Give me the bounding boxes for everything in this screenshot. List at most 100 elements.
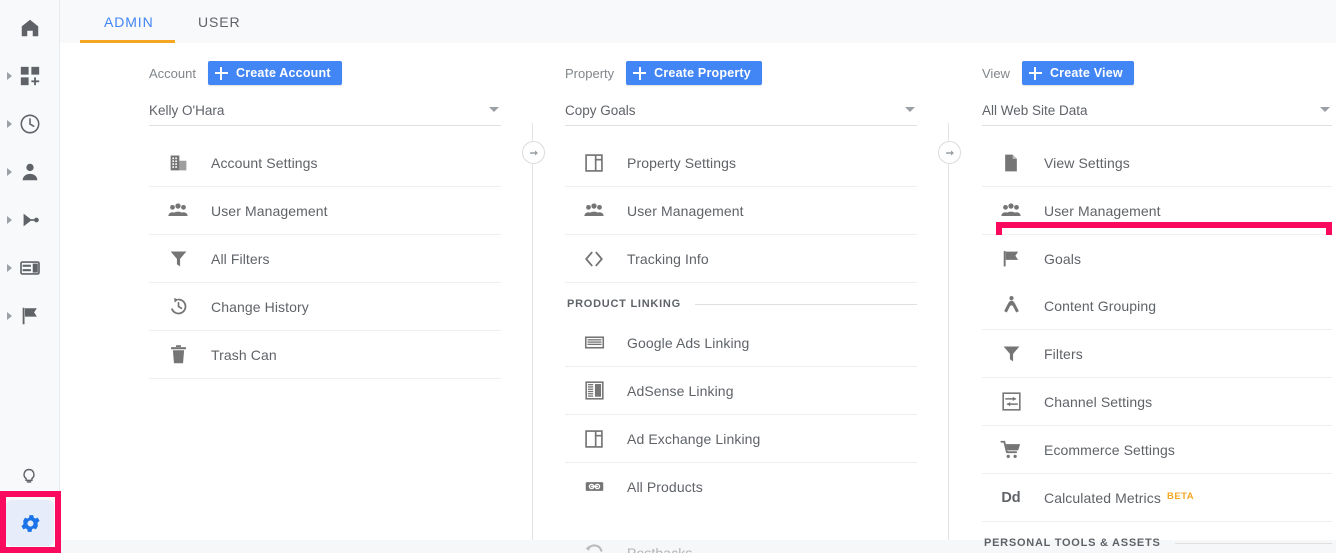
view-column: View Create View All Web Site Data View … [982,43,1332,553]
menu-item-label: Filters [1044,345,1083,362]
menu-item-all-products[interactable]: All Products [565,463,917,510]
sidebar-item-customization[interactable] [0,56,60,96]
create-view-button[interactable]: Create View [1021,61,1134,85]
menu-item-view-settings[interactable]: View Settings [982,139,1332,187]
document-icon [1000,152,1022,174]
person-icon [19,161,41,183]
lightbulb-icon [19,467,41,489]
menu-item-user-management[interactable]: User Management [149,187,501,235]
menu-item-trash-can[interactable]: Trash Can [149,331,501,379]
chevron-right-icon [7,168,12,176]
property-label: Property [565,65,615,81]
trash-icon [167,344,189,366]
create-account-label: Create Account [235,66,331,80]
tab-active-indicator [80,40,175,43]
chevron-right-icon [7,216,12,224]
view-selector[interactable]: All Web Site Data [982,95,1332,126]
menu-item-label: Calculated Metrics [1044,489,1161,506]
view-menu: View Settings User Management Goals Cont… [982,139,1332,553]
sidebar-item-admin[interactable] [0,493,60,553]
menu-item-label: Ecommerce Settings [1044,441,1175,458]
menu-item-user-management[interactable]: User Management [982,187,1332,235]
layout-icon [583,152,605,174]
account-label: Account [149,65,196,81]
menu-item-account-settings[interactable]: Account Settings [149,139,501,187]
menu-item-label: User Management [627,202,744,219]
expand-property-column-button[interactable] [522,141,545,164]
sidebar-item-audience[interactable] [0,152,60,192]
funnel-icon [167,248,189,270]
column-divider-2 [948,123,949,540]
menu-item-adsense-linking[interactable]: AdSense Linking [565,367,917,415]
chevron-right-icon [7,312,12,320]
menu-item-label: View Settings [1044,154,1130,171]
account-selector[interactable]: Kelly O'Hara [149,95,501,126]
flag-icon [1000,248,1022,270]
section-rule [1174,542,1332,544]
tab-admin[interactable]: ADMIN [104,0,154,43]
sidebar-item-discover[interactable] [0,462,60,494]
menu-item-ecommerce-settings[interactable]: Ecommerce Settings [982,426,1332,474]
sidebar-item-acquisition[interactable] [0,200,60,240]
card-icon [19,257,41,279]
menu-item-label: All Products [627,478,703,495]
admin-active-pill [6,500,54,546]
code-brackets-icon [583,248,605,270]
sidebar-item-realtime[interactable] [0,104,60,144]
product-linking-section-header: PRODUCT LINKING [565,289,917,319]
content-grouping-icon [1000,295,1022,317]
account-column: Account Create Account Kelly O'Hara Acco… [149,43,501,379]
create-account-button[interactable]: Create Account [207,61,342,85]
menu-item-label: Trash Can [211,346,277,363]
cart-icon [1000,439,1022,461]
admin-tabbar: ADMIN USER [60,0,1336,43]
menu-item-postbacks[interactable]: Postbacks [565,529,917,553]
menu-item-channel-settings[interactable]: Channel Settings [982,378,1332,426]
beta-badge: BETA [1166,491,1195,502]
menu-item-tracking-info[interactable]: Tracking Info [565,235,917,283]
sidebar-item-conversions[interactable] [0,296,60,336]
menu-item-label: Channel Settings [1044,393,1153,410]
tab-user[interactable]: USER [198,0,241,43]
menu-item-label: Property Settings [627,154,737,171]
account-menu: Account Settings User Management All Fil… [149,139,501,379]
share-node-icon [19,209,41,231]
menu-item-calculated-metrics[interactable]: Dd Calculated Metrics BETA [982,474,1332,522]
clock-icon [19,113,41,135]
view-label: View [982,65,1010,81]
menu-item-ad-exchange-linking[interactable]: Ad Exchange Linking [565,415,917,463]
property-column: Property Create Property Copy Goals Prop… [565,43,917,553]
view-column-header: View Create View [982,43,1332,91]
menu-item-label: AdSense Linking [627,382,734,399]
section-rule [694,303,917,305]
chevron-down-icon [489,107,499,112]
property-selector[interactable]: Copy Goals [565,95,917,126]
account-selector-value: Kelly O'Hara [149,102,225,118]
menu-item-filters[interactable]: Filters [982,330,1332,378]
menu-item-content-grouping[interactable]: Content Grouping [982,282,1332,330]
menu-item-change-history[interactable]: Change History [149,283,501,331]
history-icon [167,296,189,318]
menu-item-goals[interactable]: Goals [982,235,1332,282]
menu-item-property-settings[interactable]: Property Settings [565,139,917,187]
chevron-down-icon [905,107,915,112]
account-column-header: Account Create Account [149,43,501,91]
chevron-right-icon [7,264,12,272]
home-icon [19,17,41,39]
menu-item-google-ads-linking[interactable]: Google Ads Linking [565,319,917,367]
chevron-right-icon [7,72,12,80]
postbacks-icon [583,542,605,553]
menu-item-label: User Management [1044,202,1161,219]
link-icon [583,476,605,498]
expand-view-column-button[interactable] [938,141,961,164]
menu-item-all-filters[interactable]: All Filters [149,235,501,283]
menu-item-label: All Filters [211,250,270,267]
create-property-button[interactable]: Create Property [626,61,762,85]
adsense-icon [583,380,605,402]
sidebar-item-behavior[interactable] [0,248,60,288]
menu-item-user-management[interactable]: User Management [565,187,917,235]
funnel-icon [1000,343,1022,365]
sidebar-item-home[interactable] [0,8,60,48]
property-menu: Property Settings User Management Tracki… [565,139,917,553]
property-selector-value: Copy Goals [565,102,636,118]
